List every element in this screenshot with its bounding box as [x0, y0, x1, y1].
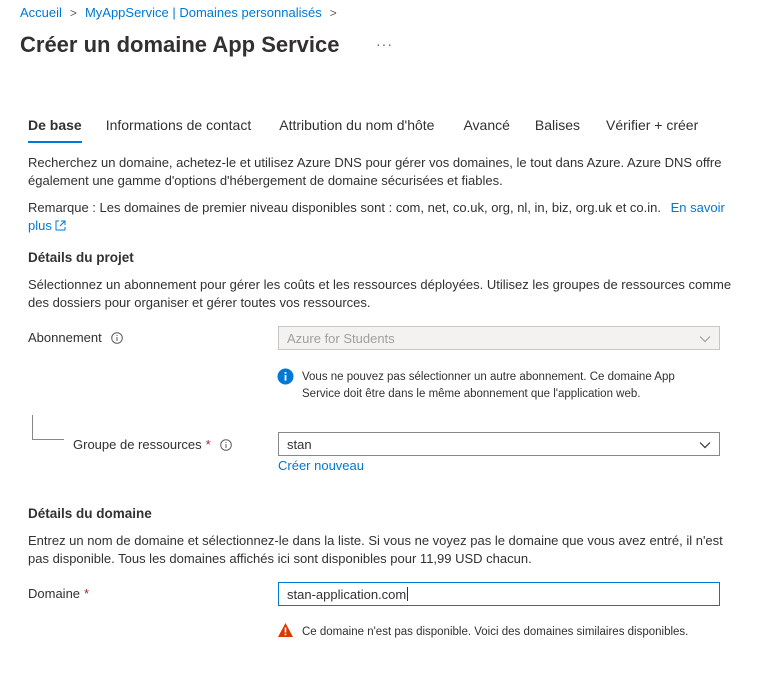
resource-group-select[interactable]: stan [278, 432, 720, 456]
project-details-heading: Détails du projet [28, 250, 134, 265]
project-description: Sélectionnez un abonnement pour gérer le… [28, 277, 732, 310]
intro-description: Recherchez un domaine, achetez-le et uti… [28, 154, 773, 190]
more-options-button[interactable]: ··· [376, 36, 393, 52]
tab-contact-info[interactable]: Informations de contact [106, 117, 252, 143]
tree-connector [32, 415, 64, 440]
text-caret [407, 587, 409, 601]
domain-label: Domaine * [28, 586, 90, 601]
subscription-label: Abonnement [28, 330, 123, 345]
warning-triangle-icon [277, 622, 294, 643]
page-title: Créer un domaine App Service [20, 32, 340, 57]
breadcrumb: Accueil > MyAppService | Domaines person… [20, 5, 345, 20]
chevron-down-icon [699, 331, 711, 346]
learn-more-link-part1[interactable]: En savoir [671, 200, 725, 215]
info-icon[interactable] [219, 438, 232, 451]
tab-bar: De base Informations de contact Attribut… [28, 117, 698, 143]
info-circle-icon [277, 368, 294, 390]
breadcrumb-appservice-link[interactable]: MyAppService | Domaines personnalisés [85, 5, 322, 20]
info-icon[interactable] [110, 331, 123, 344]
tab-review-create[interactable]: Vérifier + créer [606, 117, 698, 143]
domain-input[interactable]: stan-application.com [278, 582, 720, 606]
required-marker: * [84, 586, 90, 601]
tld-note: Remarque : Les domaines de premier nivea… [28, 199, 773, 236]
domain-description: Entrez un nom de domaine et sélectionnez… [28, 533, 723, 566]
chevron-down-icon [699, 437, 711, 452]
learn-more-link-part2[interactable]: plus [28, 218, 52, 233]
domain-details-heading: Détails du domaine [28, 506, 152, 521]
intro-line-2: également une gamme d'options d'hébergem… [28, 173, 503, 188]
tab-advanced[interactable]: Avancé [463, 117, 509, 143]
subscription-select: Azure for Students [278, 326, 720, 350]
subscription-info-message: Vous ne pouvez pas sélectionner un autre… [302, 371, 675, 400]
tab-hostname-assignment[interactable]: Attribution du nom d'hôte [279, 117, 434, 143]
resource-group-label: Groupe de ressources * [73, 437, 232, 452]
create-new-link[interactable]: Créer nouveau [278, 458, 364, 473]
external-link-icon [55, 218, 66, 236]
tld-note-text: Remarque : Les domaines de premier nivea… [28, 200, 661, 215]
domain-unavailable-warning: Ce domaine n'est pas disponible. Voici d… [302, 626, 689, 638]
required-marker: * [205, 437, 211, 452]
chevron-right-icon: > [329, 5, 337, 20]
tab-tags[interactable]: Balises [535, 117, 580, 143]
tab-basics[interactable]: De base [28, 117, 82, 143]
intro-line-1: Recherchez un domaine, achetez-le et uti… [28, 155, 722, 170]
breadcrumb-home-link[interactable]: Accueil [20, 5, 62, 20]
chevron-right-icon: > [69, 5, 77, 20]
